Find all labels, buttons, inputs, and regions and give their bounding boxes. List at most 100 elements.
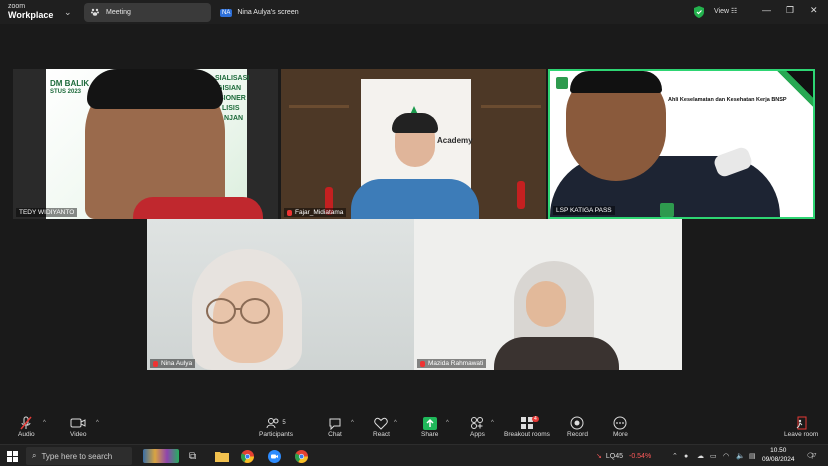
- chat-options-caret-icon[interactable]: ^: [351, 420, 354, 426]
- chrome-icon[interactable]: [295, 448, 308, 464]
- participant-shirt: [351, 179, 479, 219]
- system-clock[interactable]: 10.50 09/08/2024: [762, 446, 795, 464]
- k3-badge-icon: [660, 203, 674, 217]
- participant-name-label: LSP KATIGA PASS: [553, 206, 615, 215]
- tray-overflow-chevron-icon[interactable]: ⌃: [672, 448, 678, 464]
- taskbar-widget-image[interactable]: [143, 448, 179, 464]
- share-label: Share: [421, 431, 439, 438]
- mic-muted-icon: [287, 209, 292, 216]
- grid-view-icon: ☷: [731, 8, 738, 15]
- video-tile-lsp-katiga[interactable]: Ahli Keselamatan dan Kesehatan Kerja BNS…: [548, 69, 815, 219]
- taskbar-search-box[interactable]: ⌕ Type here to search: [26, 447, 132, 465]
- microphone-muted-icon: [19, 415, 33, 431]
- chat-label: Chat: [328, 431, 342, 438]
- title-bar: zoom Workplace ⌄ Meeting NA Nina Aulya's…: [0, 0, 828, 24]
- mic-muted-icon: [153, 360, 158, 367]
- participant-hair: [87, 69, 223, 109]
- chat-button[interactable]: Chat: [328, 415, 342, 438]
- video-tile-tedy[interactable]: DM BALIK STUS 2023 SIALISASI GISIAN SION…: [13, 69, 278, 219]
- participant-name: Nina Aulya: [161, 360, 193, 367]
- academy-text: Academy: [437, 136, 473, 145]
- ticker-change: -0.54%: [629, 452, 652, 460]
- glasses-icon: [206, 298, 270, 324]
- chevron-down-icon[interactable]: ⌄: [64, 7, 74, 17]
- speaker-icon[interactable]: 🔈: [736, 448, 745, 464]
- participant-name-label: Nina Aulya: [150, 359, 196, 368]
- apps-options-caret-icon[interactable]: ^: [491, 420, 494, 426]
- breakout-rooms-button[interactable]: Breakout rooms: [504, 415, 550, 438]
- tab-shared-screen[interactable]: NA Nina Aulya's screen: [214, 3, 334, 22]
- video-tile-mazida[interactable]: Mazida Rahmawati: [414, 219, 682, 370]
- participants-button[interactable]: 5 Participants: [259, 415, 293, 438]
- brand-workplace: Workplace: [8, 10, 54, 20]
- breakout-notification-badge: 4: [532, 416, 539, 422]
- breakout-label: Breakout rooms: [504, 431, 550, 438]
- participant-name: Mazida Rahmawati: [428, 360, 484, 367]
- windows-start-icon[interactable]: [7, 448, 18, 464]
- stock-ticker-widget[interactable]: ↘ LQ45 -0.54%: [596, 448, 651, 464]
- react-button[interactable]: React: [373, 415, 390, 438]
- fire-extinguisher-icon: [517, 181, 525, 209]
- participant-video-face: [526, 281, 566, 327]
- share-screen-icon: [422, 415, 437, 431]
- battery-icon[interactable]: ▭: [710, 448, 717, 464]
- view-label: View: [714, 8, 730, 15]
- participant-name: TEDY WIDIYANTO: [19, 209, 75, 216]
- participant-hair: [392, 113, 438, 133]
- keyboard-language-icon[interactable]: ▤: [749, 448, 756, 464]
- windows-taskbar: ⌕ Type here to search ⧉ ↘ LQ45 -0.54% ⌃ …: [0, 444, 828, 466]
- participant-name: Fajar_Midiatama: [295, 209, 344, 216]
- camera-icon: [70, 415, 86, 431]
- cloud-icon[interactable]: ☁: [697, 448, 704, 464]
- minimize-icon[interactable]: —: [762, 5, 771, 15]
- tab-meeting[interactable]: Meeting: [84, 3, 211, 22]
- shelf-right: [481, 105, 541, 108]
- video-tile-nina[interactable]: Nina Aulya: [147, 219, 414, 370]
- banner-text-left-1: DM BALIK: [50, 79, 90, 88]
- participant-name-label: Fajar_Midiatama: [284, 208, 347, 217]
- participants-count: 5: [282, 420, 286, 426]
- zoom-workplace-logo[interactable]: zoom Workplace: [8, 3, 54, 20]
- record-button[interactable]: Record: [567, 415, 588, 438]
- screen-initials-badge: NA: [220, 8, 233, 17]
- tab-meeting-label: Meeting: [106, 9, 131, 16]
- file-explorer-icon[interactable]: [215, 448, 229, 464]
- audio-button[interactable]: Audio: [18, 415, 35, 438]
- paw-icon: [90, 7, 100, 19]
- apps-icon: [470, 415, 484, 431]
- restore-icon[interactable]: ❐: [786, 5, 794, 16]
- notification-center-icon[interactable]: 🗨 17: [806, 448, 816, 464]
- share-button[interactable]: Share: [421, 415, 438, 438]
- close-icon[interactable]: ✕: [810, 5, 818, 16]
- meeting-toolbar: Audio ^ Video ^ 5 Participants Chat ^ Re…: [0, 413, 828, 443]
- wifi-icon[interactable]: ◠: [723, 448, 729, 464]
- participant-name-label: TEDY WIDIYANTO: [16, 208, 78, 217]
- share-options-caret-icon[interactable]: ^: [446, 420, 449, 426]
- leave-room-button[interactable]: Leave room: [784, 415, 818, 438]
- more-button[interactable]: More: [613, 415, 628, 438]
- mic-muted-icon: [420, 360, 425, 367]
- apps-button[interactable]: Apps: [470, 415, 485, 438]
- zoom-app-icon[interactable]: [268, 448, 281, 464]
- react-options-caret-icon[interactable]: ^: [394, 420, 397, 426]
- record-label: Record: [567, 431, 588, 438]
- participant-clothing: [494, 337, 619, 370]
- notification-count: 17: [810, 453, 817, 459]
- tray-app-icon[interactable]: ●: [684, 448, 688, 464]
- participants-label: Participants: [259, 431, 293, 438]
- encryption-shield-icon[interactable]: [694, 6, 704, 18]
- clock-date: 09/08/2024: [762, 456, 795, 463]
- participant-name: LSP KATIGA PASS: [556, 207, 612, 214]
- more-label: More: [613, 431, 628, 438]
- video-button[interactable]: Video: [70, 415, 87, 438]
- participants-icon: 5: [266, 415, 286, 431]
- audio-options-caret-icon[interactable]: ^: [43, 420, 46, 426]
- k3-logo-icon: [556, 77, 568, 89]
- chrome-icon[interactable]: [241, 448, 254, 464]
- video-options-caret-icon[interactable]: ^: [96, 420, 99, 426]
- view-button[interactable]: View ☷: [714, 7, 737, 15]
- video-tile-fajar[interactable]: Academy Fajar_Midiatama: [281, 69, 546, 219]
- participant-shirt: [133, 197, 263, 219]
- task-view-icon[interactable]: ⧉: [189, 448, 196, 464]
- banner-text-right-4: LISIS: [222, 105, 240, 112]
